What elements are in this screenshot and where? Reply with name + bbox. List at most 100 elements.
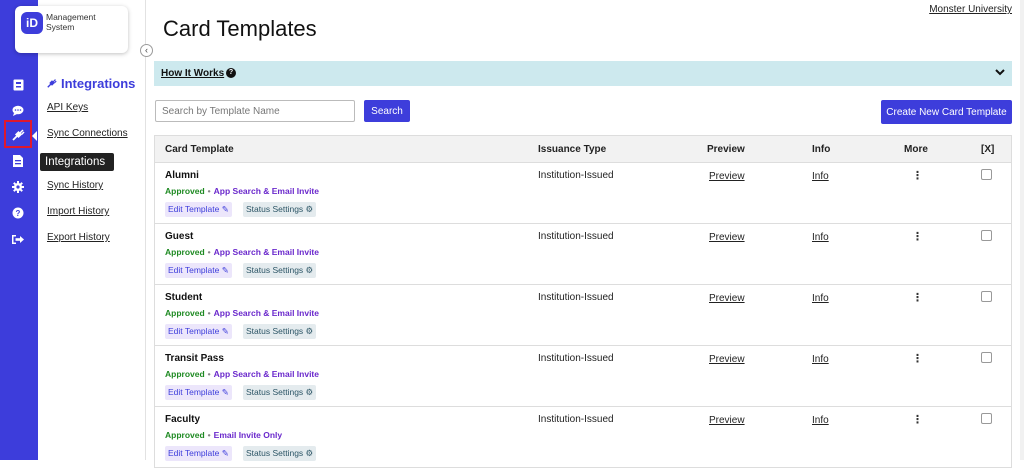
approval-status: Approved [165, 247, 205, 257]
how-it-works-label[interactable]: How It Works [161, 68, 224, 79]
edit-template-button[interactable]: Edit Template ✎ [165, 263, 232, 278]
edit-template-button[interactable]: Edit Template ✎ [165, 324, 232, 339]
more-options-icon[interactable]: ⋮ [912, 291, 923, 304]
search-input[interactable] [155, 100, 355, 122]
issuance-type: Institution-Issued [538, 414, 614, 425]
nav-link-sync-connections[interactable]: Sync Connections [47, 128, 128, 139]
status-settings-button[interactable]: Status Settings ⚙ [243, 202, 317, 217]
app-logo[interactable]: iD Management System [15, 6, 128, 53]
preview-link[interactable]: Preview [709, 293, 745, 304]
gear-icon: ⚙ [305, 265, 314, 275]
status-settings-button[interactable]: Status Settings ⚙ [243, 324, 317, 339]
edit-template-label: Edit Template [168, 265, 220, 275]
row-select-checkbox[interactable] [981, 230, 992, 241]
approval-status: Approved [165, 308, 205, 318]
row-select-checkbox[interactable] [981, 291, 992, 302]
row-select-checkbox[interactable] [981, 169, 992, 180]
plug-icon [47, 76, 57, 91]
status-settings-label: Status Settings [246, 326, 304, 336]
preview-link[interactable]: Preview [709, 415, 745, 426]
edit-template-button[interactable]: Edit Template ✎ [165, 202, 232, 217]
sign-out-icon[interactable] [8, 229, 28, 249]
approval-status: Approved [165, 369, 205, 379]
invite-type: Email Invite Only [213, 430, 283, 440]
status-settings-label: Status Settings [246, 204, 304, 214]
issuance-type: Institution-Issued [538, 231, 614, 242]
page-scrollbar[interactable] [1020, 0, 1024, 460]
edit-icon: ✎ [221, 204, 229, 214]
status-settings-label: Status Settings [246, 265, 304, 275]
nav-link-sync-history[interactable]: Sync History [47, 180, 103, 191]
more-options-icon[interactable]: ⋮ [912, 352, 923, 365]
invite-type: App Search & Email Invite [213, 369, 319, 379]
edit-icon: ✎ [221, 387, 229, 397]
template-status-line: Approved • Email Invite Only [165, 430, 282, 440]
create-card-template-button[interactable]: Create New Card Template [881, 100, 1012, 124]
main-content: Monster University Card Templates How It… [146, 0, 1024, 468]
more-options-icon[interactable]: ⋮ [912, 413, 923, 426]
nav-link-export-history[interactable]: Export History [47, 232, 110, 243]
status-settings-label: Status Settings [246, 387, 304, 397]
preview-link[interactable]: Preview [709, 354, 745, 365]
template-status-line: Approved • App Search & Email Invite [165, 186, 319, 196]
how-it-works-accordion[interactable]: How It Works ? [154, 61, 1012, 86]
help-icon[interactable]: ? [8, 203, 28, 223]
edit-icon: ✎ [221, 265, 229, 275]
search-button[interactable]: Search [364, 100, 410, 122]
header-card-template: Card Template [165, 144, 234, 155]
template-name: Faculty [165, 414, 201, 425]
status-separator: • [207, 186, 211, 196]
info-link[interactable]: Info [812, 293, 829, 304]
gear-icon[interactable] [8, 177, 28, 197]
template-name: Transit Pass [165, 353, 224, 364]
template-name: Student [165, 292, 203, 303]
info-link[interactable]: Info [812, 354, 829, 365]
gear-icon: ⚙ [305, 387, 314, 397]
status-separator: • [207, 369, 211, 379]
card-templates-table: Card Template Issuance Type Preview Info… [154, 135, 1012, 468]
approval-status: Approved [165, 430, 205, 440]
nav-link-api-keys[interactable]: API Keys [47, 102, 88, 113]
document-icon[interactable] [8, 151, 28, 171]
info-link[interactable]: Info [812, 415, 829, 426]
id-card-icon[interactable] [8, 75, 28, 95]
integrations-plug-icon[interactable] [4, 120, 32, 148]
edit-template-label: Edit Template [168, 448, 220, 458]
template-status-line: Approved • App Search & Email Invite [165, 369, 319, 379]
edit-icon: ✎ [221, 448, 229, 458]
chat-icon[interactable] [8, 100, 28, 120]
row-select-checkbox[interactable] [981, 413, 992, 424]
more-options-icon[interactable]: ⋮ [912, 230, 923, 243]
university-link[interactable]: Monster University [929, 4, 1012, 15]
status-settings-button[interactable]: Status Settings ⚙ [243, 446, 317, 461]
nav-heading: Integrations [47, 76, 135, 91]
gear-icon: ⚙ [305, 204, 314, 214]
edit-template-button[interactable]: Edit Template ✎ [165, 385, 232, 400]
status-settings-button[interactable]: Status Settings ⚙ [243, 263, 317, 278]
table-row: Guest Approved • App Search & Email Invite… [155, 224, 1011, 285]
edit-icon: ✎ [221, 326, 229, 336]
logo-text: Management System [46, 12, 96, 32]
question-circle-icon: ? [226, 68, 236, 78]
row-select-checkbox[interactable] [981, 352, 992, 363]
info-link[interactable]: Info [812, 232, 829, 243]
status-separator: • [207, 247, 211, 257]
table-row: Transit Pass Approved • App Search & Email… [155, 346, 1011, 407]
edit-template-label: Edit Template [168, 326, 220, 336]
preview-link[interactable]: Preview [709, 171, 745, 182]
header-select: [X] [981, 144, 995, 155]
chevron-down-icon[interactable] [995, 67, 1005, 79]
status-settings-button[interactable]: Status Settings ⚙ [243, 385, 317, 400]
more-options-icon[interactable]: ⋮ [912, 169, 923, 182]
info-link[interactable]: Info [812, 171, 829, 182]
preview-link[interactable]: Preview [709, 232, 745, 243]
header-issuance-type: Issuance Type [538, 144, 607, 155]
template-name: Guest [165, 231, 194, 242]
nav-link-import-history[interactable]: Import History [47, 206, 109, 217]
icon-rail: ? [0, 0, 38, 460]
edit-template-button[interactable]: Edit Template ✎ [165, 446, 232, 461]
template-name: Alumni [165, 170, 199, 181]
secondary-nav [38, 0, 146, 460]
invite-type: App Search & Email Invite [213, 308, 319, 318]
issuance-type: Institution-Issued [538, 292, 614, 303]
